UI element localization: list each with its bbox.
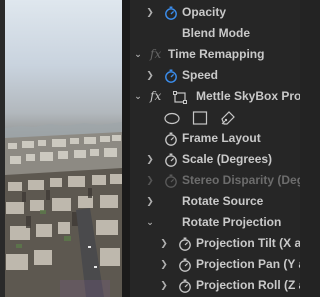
projection-pan-label: Projection Pan (Y axis) — [196, 257, 300, 271]
effect-row-mettle-skybox[interactable]: ⌄ fx Mettle SkyBox Projections — [130, 86, 300, 107]
blend-mode-label: Blend Mode — [182, 26, 250, 40]
disclosure-down-icon[interactable]: ⌄ — [144, 212, 156, 233]
panel-divider[interactable] — [122, 0, 130, 297]
opacity-label: Opacity — [182, 5, 227, 19]
disclosure-down-icon[interactable]: ⌄ — [132, 86, 144, 107]
disclosure-right-icon[interactable]: ❯ — [144, 149, 156, 170]
fx-icon[interactable]: fx — [150, 86, 161, 107]
ellipse-mask-icon[interactable] — [164, 110, 180, 126]
time-remapping-label: Time Remapping — [168, 47, 265, 61]
effect-row-speed[interactable]: ❯ Speed — [130, 65, 300, 86]
disclosure-right-icon[interactable]: ❯ — [144, 191, 156, 212]
effect-row-projection-roll[interactable]: ❯ Projection Roll (Z axis) — [130, 275, 300, 296]
mettle-skybox-label: Mettle SkyBox Projections — [196, 89, 300, 103]
effect-controls-panel: ❯ Opacity Blend Mode ⌄ fx Time Remapping… — [130, 0, 300, 297]
rotate-source-label: Rotate Source — [182, 194, 264, 208]
disclosure-right-icon[interactable]: ❯ — [158, 275, 170, 296]
program-monitor-viewer[interactable] — [0, 0, 122, 297]
projection-tilt-label: Projection Tilt (X axis) — [196, 236, 300, 250]
effect-row-projection-pan[interactable]: ❯ Projection Pan (Y axis) — [130, 254, 300, 275]
effect-row-opacity[interactable]: ❯ Opacity — [130, 2, 300, 23]
scale-degrees-label: Scale (Degrees) — [182, 152, 273, 166]
disclosure-right-icon[interactable]: ❯ — [144, 65, 156, 86]
pen-mask-icon[interactable] — [220, 110, 236, 126]
effect-row-scale[interactable]: ❯ Scale (Degrees) — [130, 149, 300, 170]
city-video-frame — [0, 0, 122, 297]
disclosure-right-icon[interactable]: ❯ — [158, 233, 170, 254]
mask-tools-row — [130, 107, 300, 128]
disclosure-down-icon[interactable]: ⌄ — [132, 44, 144, 65]
stopwatch-icon[interactable] — [178, 279, 192, 293]
speed-label: Speed — [182, 68, 219, 82]
stereo-disparity-label: Stereo Disparity (Degrees) — [182, 173, 300, 187]
fx-icon[interactable]: fx — [150, 44, 161, 65]
effect-row-frame-layout[interactable]: Frame Layout — [130, 128, 300, 149]
effect-row-time-remapping[interactable]: ⌄ fx Time Remapping — [130, 44, 300, 65]
stopwatch-icon[interactable] — [164, 69, 178, 83]
effect-row-rotate-projection[interactable]: ⌄ Rotate Projection — [130, 212, 300, 233]
disclosure-right-icon[interactable]: ❯ — [144, 170, 156, 191]
stopwatch-icon[interactable] — [164, 6, 178, 20]
transform-layer-icon[interactable] — [172, 89, 188, 105]
stopwatch-icon[interactable] — [178, 237, 192, 251]
effect-row-rotate-source[interactable]: ❯ Rotate Source — [130, 191, 300, 212]
stopwatch-icon[interactable] — [164, 153, 178, 167]
effect-row-projection-tilt[interactable]: ❯ Projection Tilt (X axis) — [130, 233, 300, 254]
rotate-projection-label: Rotate Projection — [182, 215, 282, 229]
stopwatch-icon[interactable] — [164, 132, 178, 146]
stopwatch-icon[interactable] — [178, 258, 192, 272]
frame-layout-label: Frame Layout — [182, 131, 261, 145]
disclosure-right-icon[interactable]: ❯ — [144, 2, 156, 23]
effect-row-stereo-disparity[interactable]: ❯ Stereo Disparity (Degrees) — [130, 170, 300, 191]
stopwatch-icon — [165, 174, 177, 188]
disclosure-right-icon[interactable]: ❯ — [158, 254, 170, 275]
projection-roll-label: Projection Roll (Z axis) — [196, 278, 300, 292]
effect-row-blend-mode[interactable]: Blend Mode — [130, 23, 300, 44]
rectangle-mask-icon[interactable] — [192, 110, 208, 126]
